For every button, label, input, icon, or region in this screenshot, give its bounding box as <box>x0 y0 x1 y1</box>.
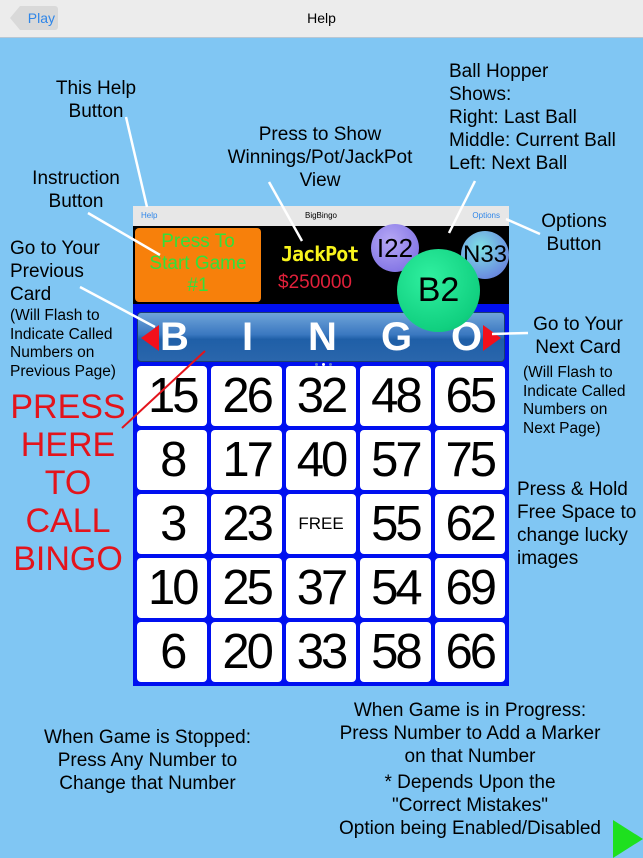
card-cell[interactable]: 20 <box>211 622 282 682</box>
card-cell[interactable]: 25 <box>211 558 282 618</box>
header-letter-i: I <box>242 315 254 359</box>
annotation-line: When Game is Stopped: <box>44 727 251 748</box>
card-cell[interactable]: 3 <box>137 494 208 554</box>
card-cell[interactable]: 23 <box>211 494 282 554</box>
call-bingo-line: PRESS <box>10 388 126 426</box>
card-cell[interactable]: 62 <box>434 494 505 554</box>
ball-hopper-line: Ball Hopper <box>449 61 549 82</box>
bigbingo-app-preview: Help BigBingo Options Press To Start Gam… <box>133 206 509 686</box>
winnings-view-annotation: Press to Show Winnings/Pot/JackPot View <box>227 124 413 191</box>
card-cell[interactable]: 40 <box>285 430 357 490</box>
start-game-button[interactable]: Press To Start Game #1 <box>135 228 261 302</box>
call-bingo-line: CALL <box>25 502 111 540</box>
call-bingo-line: BINGO <box>13 540 123 578</box>
annotation-line: on that Number <box>404 746 536 767</box>
card-cell[interactable]: 54 <box>360 558 431 618</box>
previous-card-arrow-icon[interactable] <box>141 325 159 351</box>
next-card-annotation: Go to Your Next Card <box>533 314 623 358</box>
start-button-line: #1 <box>187 275 209 296</box>
card-cell[interactable]: 37 <box>285 558 357 618</box>
call-bingo-line: TO <box>44 464 92 502</box>
call-bingo-line: HERE <box>20 426 116 464</box>
card-cell[interactable]: 26 <box>211 366 282 426</box>
previous-card-note: (Will Flash to Indicate Called Numbers o… <box>10 307 116 380</box>
annotation-line: Press Any Number to <box>57 750 238 771</box>
card-cell[interactable]: 33 <box>285 622 357 682</box>
card-cell[interactable]: 66 <box>434 622 505 682</box>
depends-note: * Depends Upon the "Correct Mistakes" Op… <box>315 771 625 840</box>
start-button-line: Press To <box>161 231 235 252</box>
annotation-line: When Game is in Progress: <box>353 700 587 721</box>
game-stopped-annotation: When Game is Stopped: Press Any Number t… <box>20 726 275 795</box>
bingo-card-grid: 15 26 32 48 65 8 17 40 57 75 3 23 FREE 5… <box>137 366 505 682</box>
previous-card-annotation: Go to Your Previous Card <box>10 238 100 305</box>
call-bingo-button[interactable]: PRESS HERE TO CALL BINGO <box>4 388 132 578</box>
ball-hopper-line: Middle: Current Ball <box>449 130 616 151</box>
annotation-line: * Depends Upon the <box>384 772 556 793</box>
app-options-button[interactable]: Options <box>472 211 500 220</box>
card-cell[interactable]: 32 <box>285 366 357 426</box>
next-card-arrow-icon[interactable] <box>483 325 501 351</box>
card-cell[interactable]: 75 <box>434 430 505 490</box>
free-space-cell[interactable]: FREE <box>285 494 357 554</box>
card-cell[interactable]: 8 <box>137 430 208 490</box>
ball-hopper-annotation: Ball Hopper Shows: Right: Last Ball Midd… <box>449 60 643 175</box>
card-cell[interactable]: 57 <box>360 430 431 490</box>
card-cell[interactable]: 65 <box>434 366 505 426</box>
current-ball: B2 <box>397 249 480 332</box>
start-button-line: Start Game <box>149 253 247 274</box>
options-button-annotation: Options Button <box>541 211 607 255</box>
annotation-line: Press Number to Add a Marker <box>339 723 601 744</box>
jackpot-view-button[interactable]: JackPot <box>281 242 359 266</box>
instruction-button-annotation: Instruction Button <box>32 168 120 212</box>
top-panel: Press To Start Game #1 JackPot $250000 I… <box>133 224 509 332</box>
header-letter-b: B <box>160 315 189 359</box>
card-cell[interactable]: 69 <box>434 558 505 618</box>
ball-hopper-line: Shows: <box>449 84 512 105</box>
annotation-line: "Correct Mistakes" <box>391 795 549 816</box>
ball-hopper-line: Right: Last Ball <box>449 107 577 128</box>
card-cell[interactable]: 15 <box>137 366 208 426</box>
help-button-annotation: This Help Button <box>55 78 137 122</box>
app-title: BigBingo <box>304 211 338 220</box>
ball-hopper-line: Left: Next Ball <box>449 153 568 174</box>
header-letter-n: N <box>308 315 337 359</box>
jackpot-amount: $250000 <box>278 272 352 293</box>
next-help-page-arrow-icon[interactable] <box>613 820 643 858</box>
card-cell[interactable]: 55 <box>360 494 431 554</box>
navigation-bar: Play Help <box>0 0 643 38</box>
next-card-note: (Will Flash to Indicate Called Numbers o… <box>523 364 626 437</box>
card-cell[interactable]: 6 <box>137 622 208 682</box>
game-in-progress-annotation: When Game is in Progress: Press Number t… <box>315 699 625 768</box>
card-cell[interactable]: 48 <box>360 366 431 426</box>
page-title: Help <box>307 10 336 26</box>
header-letter-g: G <box>381 315 413 359</box>
free-space-annotation: Press & Hold Free Space to change lucky … <box>517 479 637 569</box>
annotation-line: Change that Number <box>59 773 236 794</box>
app-navigation-bar: Help BigBingo Options <box>133 206 509 226</box>
card-cell[interactable]: 58 <box>360 622 431 682</box>
annotation-line: Option being Enabled/Disabled <box>339 818 601 839</box>
card-cell[interactable]: 10 <box>137 558 208 618</box>
card-cell[interactable]: 17 <box>211 430 282 490</box>
